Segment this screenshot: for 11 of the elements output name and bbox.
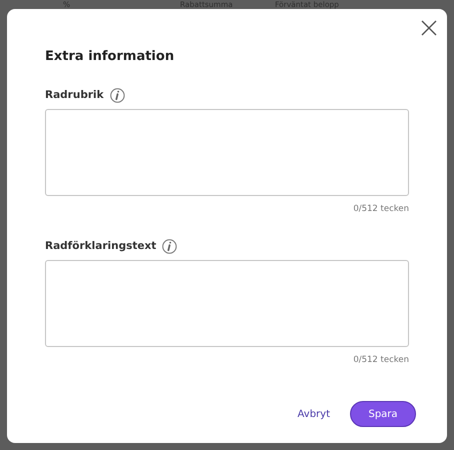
close-icon [421,20,437,36]
close-button[interactable] [421,20,437,36]
field-label: Radrubrik [45,89,104,101]
field-label: Radförklaringstext [45,240,156,252]
info-icon[interactable] [110,88,125,102]
cancel-button[interactable]: Avbryt [298,408,330,420]
character-counter: 0/512 tecken [353,204,409,214]
info-icon[interactable] [162,238,178,254]
save-button[interactable]: Spara [350,401,416,427]
dialog-title: Extra information [45,49,176,64]
character-counter: 0/512 tecken [353,355,409,365]
